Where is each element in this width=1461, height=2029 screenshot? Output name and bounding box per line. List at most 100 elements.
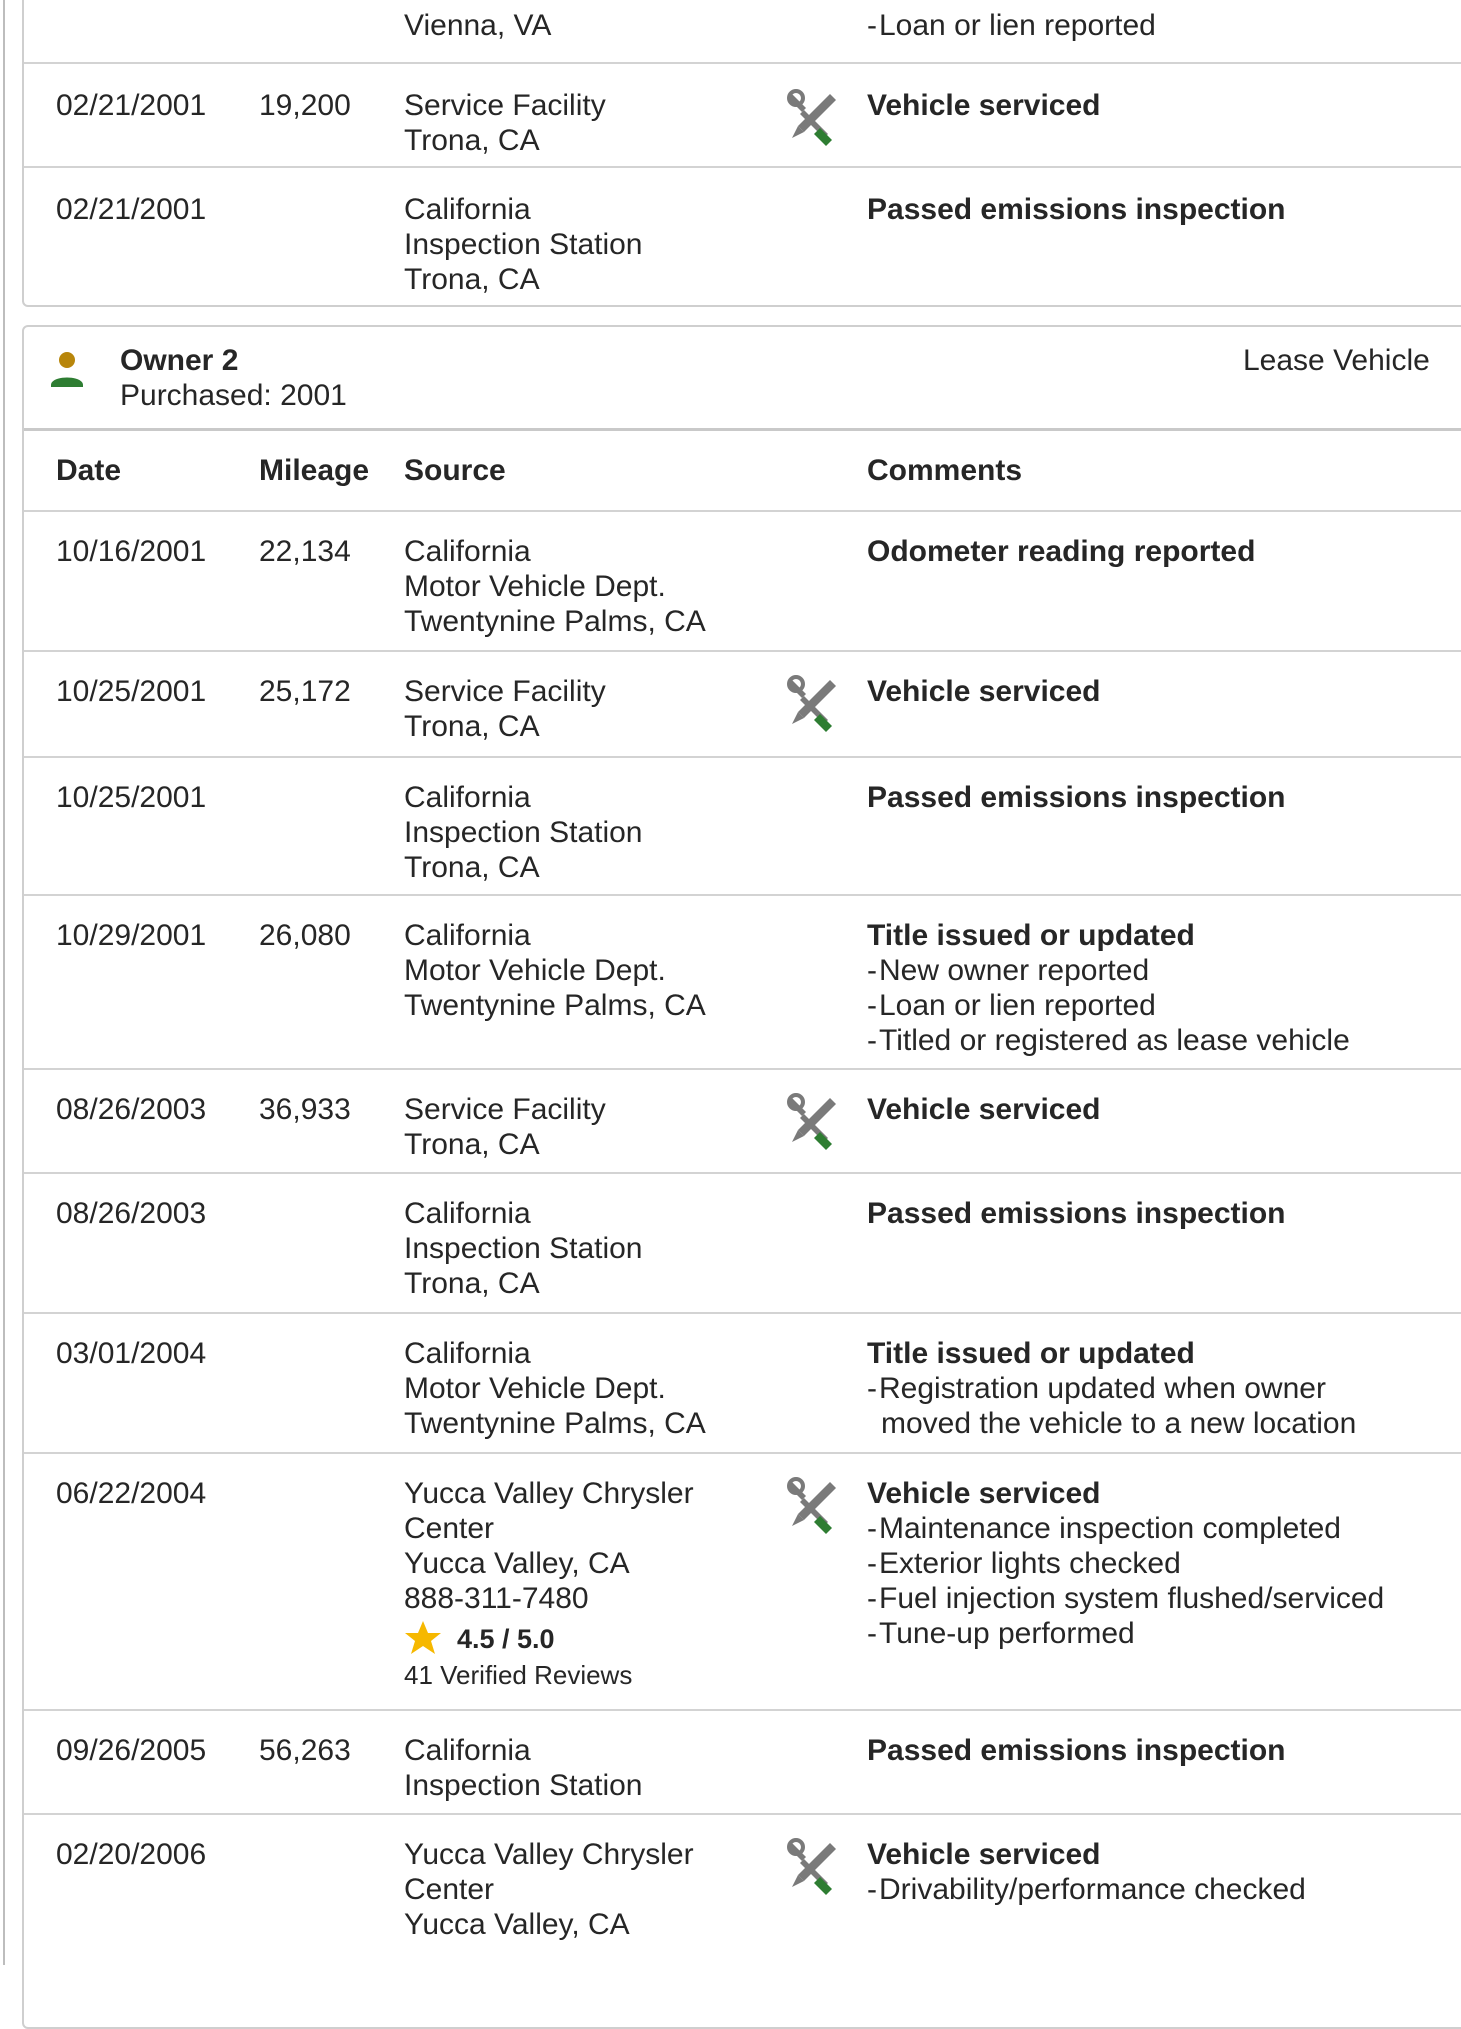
source-line: Twentynine Palms, CA (404, 989, 706, 1022)
owner-title: Owner 2 (120, 344, 239, 377)
history-row: 08/26/2003 36,933 Service Facility Trona… (24, 1070, 1461, 1174)
row-comment-title: Passed emissions inspection (867, 1734, 1286, 1767)
row-comment-title: Passed emissions inspection (867, 1197, 1286, 1230)
source-line: California (404, 1337, 531, 1370)
row-source: California Motor Vehicle Dept. Twentynin… (404, 1336, 706, 1441)
row-date: 03/01/2004 (56, 1337, 207, 1370)
source-line: Motor Vehicle Dept. (404, 570, 666, 603)
row-source: California Inspection Station Trona, CA (404, 780, 643, 885)
row-date: 08/26/2003 (56, 1197, 207, 1230)
row-comment-title: Vehicle serviced (867, 1477, 1101, 1510)
reviews-link[interactable]: 41 Verified Reviews (404, 1658, 694, 1693)
comment-bullet: New owner reported (867, 953, 1350, 988)
history-row: 09/26/2005 56,263 California Inspection … (24, 1711, 1461, 1815)
source-line: Center (404, 1512, 495, 1545)
history-row: 03/01/2004 California Motor Vehicle Dept… (24, 1314, 1461, 1454)
row-source: California Inspection Station (404, 1733, 643, 1803)
row-comment-title: Passed emissions inspection (867, 193, 1286, 226)
history-table-header: Date Mileage Source Comments (24, 428, 1461, 512)
row-source: Yucca Valley Chrysler Center Yucca Valle… (404, 1837, 694, 1942)
comment-bullet: Registration updated when owner (867, 1371, 1356, 1406)
comment-bullet: moved the vehicle to a new location (881, 1407, 1357, 1440)
row-mileage: 26,080 (259, 919, 351, 952)
comment-bullet: Maintenance inspection completed (867, 1511, 1384, 1546)
source-line: Inspection Station (404, 1232, 643, 1265)
history-row: 08/26/2003 California Inspection Station… (24, 1174, 1461, 1314)
history-row: 10/29/2001 26,080 California Motor Vehic… (24, 896, 1461, 1070)
source-line: Service Facility (404, 675, 606, 708)
comment-bullet: Drivability/performance checked (867, 1872, 1306, 1907)
source-phone[interactable]: 888-311-7480 (404, 1581, 694, 1616)
person-icon (50, 349, 84, 389)
row-mileage: 25,172 (259, 675, 351, 708)
row-date: 09/26/2005 (56, 1734, 207, 1767)
row-mileage: 56,263 (259, 1734, 351, 1767)
source-line: Trona, CA (404, 124, 540, 157)
comment-bullet: Titled or registered as lease vehicle (867, 1023, 1350, 1058)
comment-bullet: Loan or lien reported (867, 988, 1350, 1023)
row-source: Vienna, VA (404, 8, 551, 43)
row-date: 02/21/2001 (56, 89, 207, 122)
history-row: 02/20/2006 Yucca Valley Chrysler Center … (24, 1815, 1461, 1975)
source-line: Inspection Station (404, 816, 643, 849)
row-source: Service Facility Trona, CA (404, 1092, 606, 1162)
row-source: California Inspection Station Trona, CA (404, 192, 643, 297)
row-comments: Title issued or updated Registration upd… (867, 1336, 1356, 1441)
owner-2-history-card: Owner 2 Purchased: 2001 Lease Vehicle Da… (22, 325, 1461, 2029)
source-line: Center (404, 1873, 495, 1906)
row-source: California Motor Vehicle Dept. Twentynin… (404, 534, 706, 639)
row-date: 10/29/2001 (56, 919, 207, 952)
comment-bullet: Fuel injection system flushed/serviced (867, 1581, 1384, 1616)
row-comments: Vehicle serviced Maintenance inspection … (867, 1476, 1384, 1651)
source-line: California (404, 1197, 531, 1230)
row-comment-title: Vehicle serviced (867, 1093, 1101, 1126)
row-comment-title: Odometer reading reported (867, 535, 1256, 568)
row-source: California Motor Vehicle Dept. Twentynin… (404, 918, 706, 1023)
row-source: Service Facility Trona, CA (404, 88, 606, 158)
source-line: Yucca Valley, CA (404, 1547, 630, 1580)
row-comment-title: Vehicle serviced (867, 1838, 1101, 1871)
row-comment-title: Vehicle serviced (867, 89, 1101, 122)
row-date: 10/25/2001 (56, 675, 207, 708)
page-left-border (3, 0, 5, 1965)
source-line: California (404, 1734, 531, 1767)
source-line: Trona, CA (404, 851, 540, 884)
header-source: Source (404, 454, 506, 487)
source-line: Inspection Station (404, 1769, 643, 1802)
row-date: 02/21/2001 (56, 193, 207, 226)
rating-value: 4.5 / 5.0 (457, 1624, 555, 1654)
source-line: Motor Vehicle Dept. (404, 1372, 666, 1405)
history-row: 06/22/2004 Yucca Valley Chrysler Center … (24, 1454, 1461, 1711)
source-line: Inspection Station (404, 228, 643, 261)
source-line: Vienna, VA (404, 9, 552, 42)
source-line: Yucca Valley, CA (404, 1908, 630, 1941)
row-date: 10/16/2001 (56, 535, 207, 568)
row-source: Yucca Valley Chrysler Center Yucca Valle… (404, 1476, 694, 1693)
row-date: 10/25/2001 (56, 781, 207, 814)
row-source: Service Facility Trona, CA (404, 674, 606, 744)
source-line: Service Facility (404, 89, 606, 122)
history-row: Vienna, VA Loan or lien reported (24, 0, 1461, 64)
source-line: California (404, 535, 531, 568)
wrench-screwdriver-icon (784, 674, 842, 732)
header-mileage: Mileage (259, 454, 370, 487)
row-comment-title: Vehicle serviced (867, 675, 1101, 708)
row-date: 06/22/2004 (56, 1477, 207, 1510)
comment-bullet: Loan or lien reported (867, 8, 1156, 43)
row-date: 02/20/2006 (56, 1838, 207, 1871)
source-line: Yucca Valley Chrysler (404, 1477, 694, 1510)
owner-purchased: Purchased: 2001 (120, 379, 347, 412)
comment-bullet: Exterior lights checked (867, 1546, 1384, 1581)
source-line: Trona, CA (404, 710, 540, 743)
source-line: Trona, CA (404, 1128, 540, 1161)
row-comments: Title issued or updated New owner report… (867, 918, 1350, 1058)
history-row: 02/21/2001 19,200 Service Facility Trona… (24, 64, 1461, 168)
source-line: Yucca Valley Chrysler (404, 1838, 694, 1871)
source-line: California (404, 919, 531, 952)
wrench-screwdriver-icon (784, 88, 842, 146)
row-mileage: 19,200 (259, 89, 351, 122)
header-comments: Comments (867, 454, 1023, 487)
rating[interactable]: 4.5 / 5.0 (404, 1616, 694, 1658)
history-row: 10/25/2001 California Inspection Station… (24, 758, 1461, 896)
source-line: Twentynine Palms, CA (404, 605, 706, 638)
